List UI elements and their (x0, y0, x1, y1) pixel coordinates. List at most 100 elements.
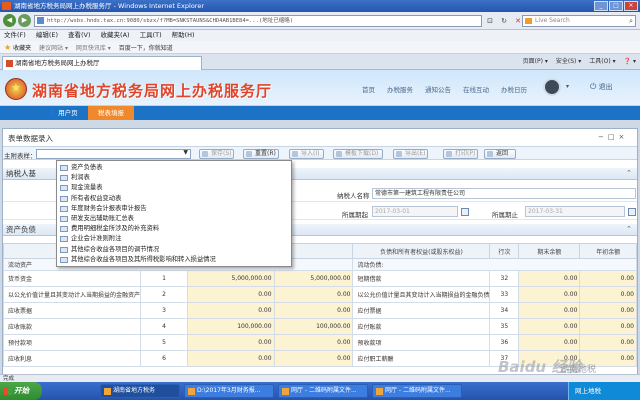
col-header-line-no: 行次 (489, 243, 520, 259)
forward-arrow-icon[interactable]: ▶ (18, 14, 31, 27)
row-right-end-balance[interactable]: 0.00 (518, 270, 581, 287)
dropdown-option[interactable]: 资产负债表 (57, 164, 291, 172)
taskbar-item-ie[interactable]: 湖南省地方税务 (100, 384, 180, 398)
main-table-select[interactable]: ▼ (36, 149, 191, 159)
dropdown-option[interactable]: 年度财务会计报表审计报告 (57, 205, 291, 213)
back-arrow-icon[interactable]: ◀ (3, 14, 16, 27)
nav-interaction[interactable]: 在线互动 (463, 84, 489, 94)
page-menu[interactable]: 页面(P) ▾ (523, 57, 548, 67)
url-input[interactable]: http://wsbs.hnds.tax.cn:9080/sbzx/f?MB=S… (34, 15, 482, 27)
print-button[interactable]: 打印(P) (443, 149, 478, 159)
minimize-button[interactable]: _ (594, 1, 608, 11)
minimize-panel-icon[interactable]: − (598, 133, 604, 141)
search-icon[interactable]: ⌕ (629, 16, 633, 26)
collapse-icon[interactable]: ⌃ (626, 225, 632, 233)
taskbar-item-folder[interactable]: D:\2017年3月财务报... (184, 384, 274, 398)
dropdown-option-label: 现金流量表 (71, 184, 103, 192)
row-left-item: 应收账款 (2, 318, 142, 335)
export-button[interactable]: 导出(E) (393, 149, 428, 159)
favorite-baidu[interactable]: 百度一下，你就知道 (119, 45, 173, 52)
close-button[interactable]: × (624, 1, 638, 11)
row-right-begin-balance[interactable]: 0.00 (579, 286, 637, 303)
row-left-end-balance[interactable]: 0.00 (186, 350, 275, 367)
row-left-end-balance[interactable]: 0.00 (186, 302, 275, 319)
chevron-down-icon[interactable]: ▾ (566, 83, 569, 90)
row-right-begin-balance[interactable]: 0.00 (579, 334, 637, 351)
favorites-star-icon[interactable]: ★ (4, 43, 11, 52)
calendar-icon[interactable] (461, 208, 469, 216)
reset-button[interactable]: 重置(R) (243, 149, 279, 159)
back-button[interactable]: 返回 (484, 149, 516, 159)
period-start-field[interactable]: 2017-03-01 (372, 206, 458, 217)
taxpayer-name-field[interactable]: 常德市第一建筑工程有限责任公司 (372, 188, 636, 199)
refresh-icon[interactable]: ↻ (498, 15, 510, 27)
dropdown-option[interactable]: 利润表 (57, 174, 291, 182)
row-left-begin-balance[interactable]: 0.00 (273, 334, 354, 351)
collapse-icon[interactable]: ⌃ (626, 169, 632, 177)
row-left-end-balance[interactable]: 0.00 (186, 286, 275, 303)
restore-panel-icon[interactable]: □ (608, 133, 615, 141)
row-left-end-balance[interactable]: 5,000,000.00 (186, 270, 275, 287)
dropdown-option[interactable]: 其他综合收益各项目及其所得税影响和转入损益情况 (57, 256, 291, 264)
search-input[interactable]: Live Search ⌕ (522, 15, 636, 27)
balance-section-title: 资产负债 (6, 225, 36, 234)
menu-tools[interactable]: 工具(T) (140, 30, 162, 41)
menu-edit[interactable]: 编辑(E) (36, 30, 58, 41)
save-button[interactable]: 保存(S) (199, 149, 234, 159)
row-left-begin-balance[interactable]: 0.00 (273, 286, 354, 303)
address-actions: ⊡ ↻ ✕ (484, 15, 524, 27)
nav-home[interactable]: 首页 (362, 84, 375, 94)
dropdown-option[interactable]: 企业会计准则附注 (57, 235, 291, 243)
menu-help[interactable]: 帮助(H) (172, 30, 195, 41)
help-menu[interactable]: ❓ ▾ (624, 57, 636, 67)
row-left-end-balance[interactable]: 100,000.00 (186, 318, 275, 335)
dropdown-option[interactable]: 所有者权益变动表 (57, 195, 291, 203)
row-right-begin-balance[interactable]: 0.00 (579, 302, 637, 319)
nav-notices[interactable]: 通知公告 (425, 84, 451, 94)
avatar[interactable] (543, 78, 561, 96)
import-button[interactable]: 导入(I) (289, 149, 324, 159)
favorite-webslice[interactable]: 网页快讯库 ▾ (76, 45, 111, 52)
row-left-begin-balance[interactable]: 0.00 (273, 350, 354, 367)
period-end-field[interactable]: 2017-03-31 (525, 206, 625, 217)
close-panel-icon[interactable]: × (619, 133, 625, 141)
dropdown-option[interactable]: 其他综合收益各项目的调节情况 (57, 246, 291, 254)
logout-button[interactable]: ⏻ 退出 (590, 82, 613, 92)
maximize-button[interactable]: □ (609, 1, 623, 11)
safety-menu[interactable]: 安全(S) ▾ (556, 57, 581, 67)
row-right-end-balance[interactable]: 0.00 (518, 318, 581, 335)
dropdown-option-label: 其他综合收益各项目及其所得税影响和转入损益情况 (71, 255, 216, 263)
menu-view[interactable]: 查看(V) (68, 30, 91, 41)
template-download-button[interactable]: 模板下载(D) (333, 149, 383, 159)
nav-tax-service[interactable]: 办税服务 (387, 84, 413, 94)
row-right-item: 应付账款 (352, 318, 491, 335)
row-right-begin-balance[interactable]: 0.00 (579, 318, 637, 335)
row-right-end-balance[interactable]: 0.00 (518, 286, 581, 303)
nav-user-center[interactable]: 👤 用户页 (40, 106, 85, 120)
row-left-begin-balance[interactable]: 100,000.00 (273, 318, 354, 335)
tools-menu[interactable]: 工具(O) ▾ (589, 57, 615, 67)
row-right-end-balance[interactable]: 0.00 (518, 334, 581, 351)
favorite-suggested[interactable]: 建议网站 ▾ (39, 45, 68, 52)
menu-file[interactable]: 文件(F) (4, 30, 26, 41)
row-left-end-balance[interactable]: 0.00 (186, 334, 275, 351)
favorites-label[interactable]: 收藏夹 (13, 45, 31, 52)
row-left-begin-balance[interactable]: 0.00 (273, 302, 354, 319)
dropdown-option[interactable]: 费用明细税金所涉及的补充资料 (57, 225, 291, 233)
taskbar-item-doc2[interactable]: 网厅 - 二维码附属文件... (372, 384, 462, 398)
chevron-down-icon[interactable]: ▼ (183, 149, 188, 156)
compat-icon[interactable]: ⊡ (484, 15, 496, 27)
nav-tax-calendar[interactable]: 办税日历 (501, 84, 527, 94)
start-button[interactable]: 开始 (0, 382, 42, 400)
menu-favorites[interactable]: 收藏夹(A) (101, 30, 130, 41)
calendar-icon[interactable] (628, 208, 636, 216)
row-right-begin-balance[interactable]: 0.00 (579, 270, 637, 287)
row-left-begin-balance[interactable]: 5,000,000.00 (273, 270, 354, 287)
dropdown-option[interactable]: 现金流量表 (57, 184, 291, 192)
dropdown-option[interactable]: 研发支出辅助账汇总表 (57, 215, 291, 223)
row-right-end-balance[interactable]: 0.00 (518, 302, 581, 319)
taskbar-item-doc1[interactable]: 网厅 - 二维码附属文件... (278, 384, 368, 398)
nav-tax-report[interactable]: 税表填报 (88, 106, 134, 120)
form-icon (60, 175, 68, 182)
browser-tab[interactable]: 湖南省地方税务局网上办税厅 (2, 56, 202, 70)
